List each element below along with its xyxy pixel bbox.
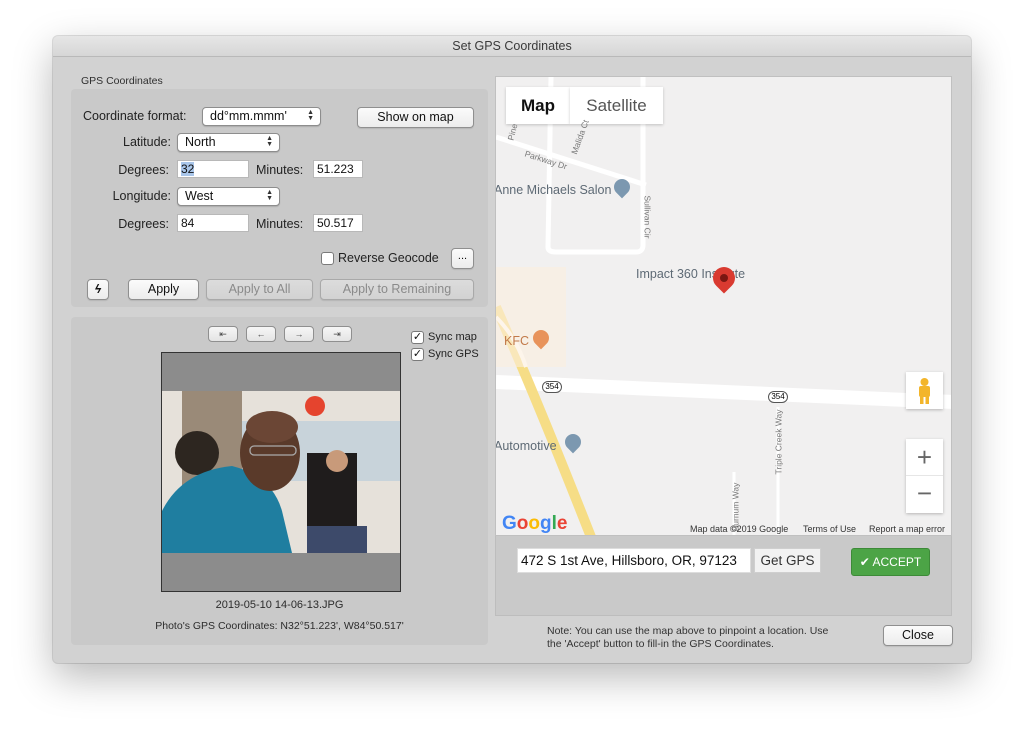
map-roads [496, 77, 951, 535]
window-title: Set GPS Coordinates [53, 36, 971, 57]
first-icon: ⇤ [219, 329, 227, 339]
sync-gps-label: Sync GPS [428, 348, 479, 360]
reverse-geocode-checkbox[interactable] [321, 252, 334, 265]
street-view-pegman[interactable] [906, 372, 943, 409]
sync-gps-checkbox[interactable]: ✓ [411, 348, 424, 361]
apply-button[interactable]: Apply [128, 279, 199, 300]
updown-arrows-icon: ▲ ▼ [266, 189, 273, 202]
lon-minutes-label: Minutes: [256, 217, 304, 231]
close-button[interactable]: Close [883, 625, 953, 646]
gps-section-label: GPS Coordinates [81, 75, 163, 87]
zoom-out-button[interactable]: − [906, 476, 943, 513]
last-photo-button[interactable]: ⇥ [322, 326, 352, 342]
longitude-value: West [185, 189, 214, 203]
gps-coordinates-group: Coordinate format: dd°mm.mmm' ▲ ▼ Show on… [71, 89, 488, 307]
street-label: Sullivan Cir [642, 195, 653, 239]
note-text: Note: You can use the map above to pinpo… [547, 625, 828, 651]
coordinate-format-select[interactable]: dd°mm.mmm' ▲ ▼ [202, 107, 321, 126]
map-tab-map[interactable]: Map [506, 87, 570, 124]
place-label[interactable]: Anne Michaels Salon [496, 183, 611, 197]
more-options-button[interactable]: ... [451, 248, 474, 269]
pegman-icon [919, 378, 930, 404]
place-label[interactable]: Automotive [496, 439, 557, 453]
photo-gps-readout: Photo's GPS Coordinates: N32°51.223', W8… [155, 620, 404, 632]
sync-map-checkbox[interactable]: ✓ [411, 331, 424, 344]
next-photo-button[interactable]: → [284, 326, 314, 342]
reverse-geocode-label: Reverse Geocode [338, 251, 439, 265]
google-logo: Google [502, 513, 568, 534]
address-panel: 472 S 1st Ave, Hillsboro, OR, 97123 Get … [495, 536, 952, 616]
updown-arrows-icon: ▲ ▼ [307, 109, 314, 122]
route-shield: 354 [542, 381, 562, 393]
coordinate-format-label: Coordinate format: [83, 109, 187, 123]
next-icon: → [294, 329, 304, 339]
map-attribution: Map data ©2019 Google [690, 524, 789, 534]
longitude-select[interactable]: West ▲ ▼ [177, 187, 280, 206]
latitude-label: Latitude: [123, 135, 171, 149]
photo-thumbnail [161, 352, 401, 592]
first-photo-button[interactable]: ⇤ [208, 326, 238, 342]
marker-dot [720, 274, 728, 282]
lat-degrees-label: Degrees: [118, 163, 169, 177]
checkmark-icon: ✔ [859, 555, 873, 569]
lon-degrees-input[interactable]: 84 [177, 214, 249, 232]
google-map[interactable]: Map Satellite Pine Malida Ct Parkway Dr … [495, 76, 952, 536]
lat-minutes-label: Minutes: [256, 163, 304, 177]
photo-image [162, 391, 400, 553]
sync-map-label: Sync map [428, 331, 477, 343]
longitude-label: Longitude: [112, 189, 171, 203]
lat-minutes-input[interactable]: 51.223 [313, 160, 363, 178]
photo-preview-group: ⇤ ← → ⇥ ✓ Sync map ✓ Sync GPS 2019-05-10… [71, 317, 488, 645]
terms-of-use-link[interactable]: Terms of Use [803, 524, 856, 534]
accept-button[interactable]: ✔ ACCEPT [851, 548, 930, 576]
zoom-in-button[interactable]: + [906, 439, 943, 476]
street-label: Triple Creek Way [773, 409, 784, 475]
previous-icon: ← [256, 329, 266, 339]
accept-label: ACCEPT [872, 555, 922, 569]
latitude-select[interactable]: North ▲ ▼ [177, 133, 280, 152]
apply-to-remaining-button[interactable]: Apply to Remaining [320, 279, 474, 300]
updown-arrows-icon: ▲ ▼ [266, 135, 273, 148]
coordinate-format-value: dd°mm.mmm' [210, 109, 287, 123]
show-on-map-button[interactable]: Show on map [357, 107, 474, 128]
note-line-1: Note: You can use the map above to pinpo… [547, 625, 829, 637]
lightning-icon: ϟ [94, 282, 102, 296]
last-icon: ⇥ [333, 329, 341, 339]
latitude-value: North [185, 135, 216, 149]
address-input[interactable]: 472 S 1st Ave, Hillsboro, OR, 97123 [517, 548, 751, 573]
lon-degrees-label: Degrees: [118, 217, 169, 231]
lat-degrees-input[interactable]: 32 [177, 160, 249, 178]
lon-minutes-input[interactable]: 50.517 [313, 214, 363, 232]
photo-filename: 2019-05-10 14-06-13.JPG [215, 599, 344, 611]
set-gps-dialog: Set GPS Coordinates GPS Coordinates Coor… [53, 36, 971, 663]
quick-apply-button[interactable]: ϟ [87, 279, 109, 300]
lat-degrees-value: 32 [181, 162, 195, 176]
previous-photo-button[interactable]: ← [246, 326, 276, 342]
zoom-controls: + − [906, 439, 943, 513]
apply-to-all-button[interactable]: Apply to All [206, 279, 313, 300]
route-shield: 354 [768, 391, 788, 403]
get-gps-button[interactable]: Get GPS [754, 548, 821, 573]
place-label[interactable]: KFC [504, 334, 529, 348]
report-map-error-link[interactable]: Report a map error [869, 524, 945, 534]
note-line-2: the 'Accept' button to fill-in the GPS C… [547, 638, 774, 650]
